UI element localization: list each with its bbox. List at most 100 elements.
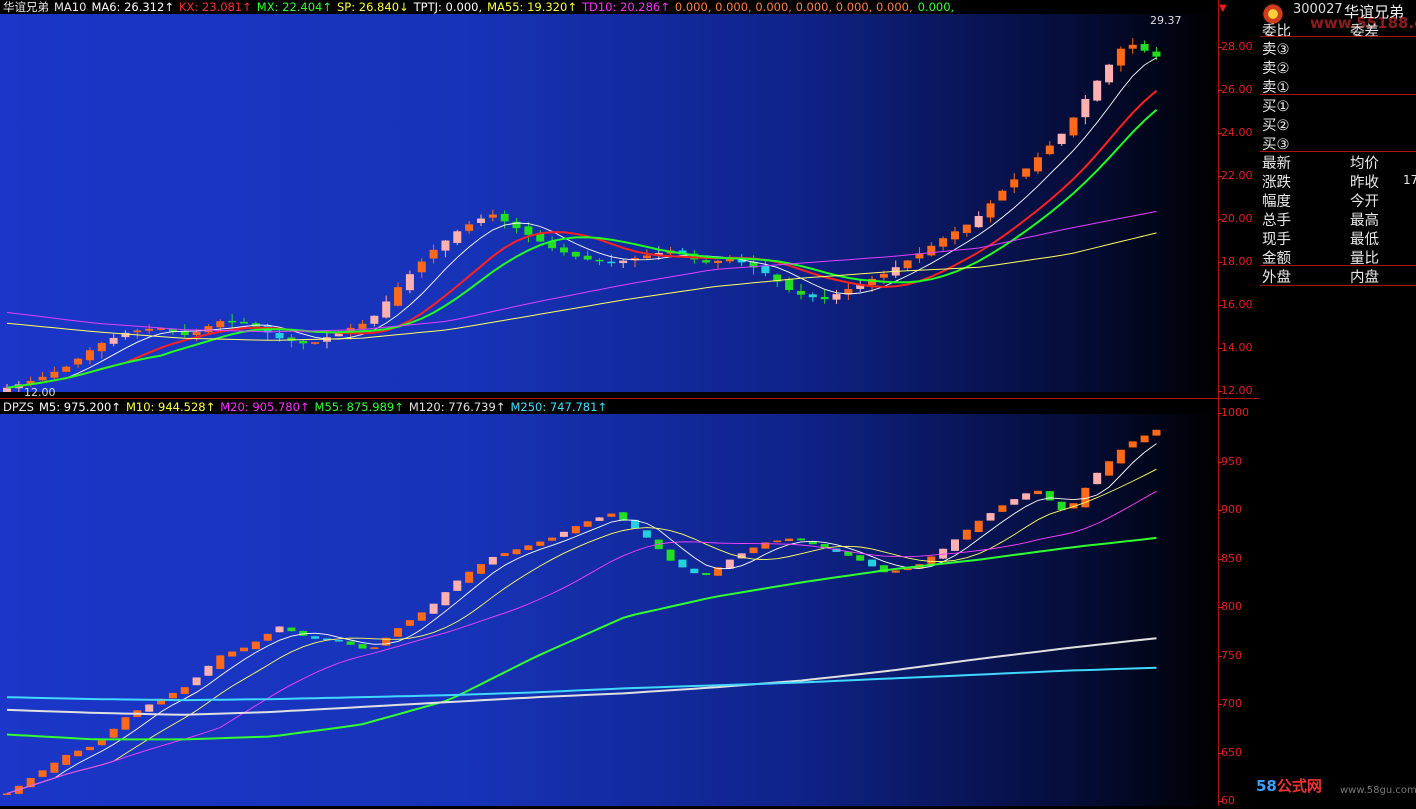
candle [382, 295, 391, 319]
candle [1105, 460, 1114, 476]
candle [287, 334, 296, 348]
candle [1128, 441, 1137, 448]
index-chart-panel[interactable] [0, 414, 1218, 806]
quote-label: 内盘 [1350, 270, 1379, 286]
candle [465, 221, 474, 234]
candle [453, 580, 462, 591]
candle [97, 740, 106, 746]
quote-row: 卖③ [1262, 38, 1416, 58]
quote-divider [1260, 94, 1416, 95]
candle [251, 641, 260, 650]
sub_indicators-legend-item: M55: 875.989↑ [314, 400, 404, 414]
quote-value: 17 [1403, 173, 1416, 187]
main_indicators-legend-item: 0.000, 0.000, 0.000, 0.000, 0.000, 0.000… [674, 0, 913, 14]
main_indicators-legend-value: 23.081↑ [201, 0, 252, 14]
candle [1045, 141, 1054, 156]
candle [85, 347, 94, 365]
candle [62, 754, 71, 766]
axis-tick-label: 22.00 [1218, 169, 1253, 182]
candle [1116, 46, 1125, 72]
candle [216, 655, 225, 670]
candle [666, 549, 675, 561]
main_indicators-legend-value: 26.312↑ [124, 0, 174, 14]
main_indicators-legend-item: 华谊兄弟 [3, 0, 49, 14]
sub_indicators-legend-item: M5: 975.200↑ [38, 400, 121, 414]
candle [38, 371, 47, 381]
candle [405, 620, 414, 626]
candle [465, 571, 474, 583]
candle [951, 539, 959, 552]
main_indicators-legend-item: TD10: 20.286↑ [581, 0, 670, 14]
axis-tick-label: 14.00 [1218, 341, 1253, 354]
candle [97, 341, 106, 359]
candle [109, 333, 118, 347]
candle [311, 342, 320, 345]
quote-divider [1260, 285, 1416, 286]
quote-divider [1260, 36, 1416, 37]
sub_indicators-legend-value: 747.781↑ [549, 400, 608, 414]
candle [1128, 38, 1137, 54]
candle [417, 612, 426, 621]
sub_indicators-legend-value: 905.780↑ [252, 400, 310, 414]
price-chart-panel[interactable] [0, 14, 1218, 399]
main_indicators-legend-item: MX: 22.404↑ [256, 0, 332, 14]
candle [595, 517, 604, 521]
quote-row: 涨跌 昨收 17 [1262, 171, 1416, 191]
axis-tick-label: 28.00 [1218, 40, 1253, 53]
candle [796, 538, 805, 541]
quote-label: 买② [1262, 118, 1290, 134]
candle [145, 704, 154, 712]
candle [1081, 95, 1090, 125]
index-axis: 1000 950 900 850 800 750 700 650 60 [1218, 398, 1261, 807]
axis-tick-label: 24.00 [1218, 126, 1253, 139]
main_indicators-legend-item: 0.000, [917, 0, 955, 14]
candle [275, 626, 284, 633]
quote-row: 卖② [1262, 57, 1416, 77]
main_indicators-legend-value: 26.840↓ [358, 0, 409, 14]
candle [951, 226, 959, 245]
candle [1093, 472, 1102, 485]
quote-label: 买① [1262, 99, 1290, 115]
candle [358, 644, 367, 649]
candle [927, 556, 936, 565]
candle [607, 513, 616, 517]
candle [334, 639, 343, 642]
candle [1022, 168, 1031, 180]
candle [642, 530, 651, 538]
candle [962, 224, 971, 237]
axis-tick-label: 750 [1218, 648, 1242, 662]
axis-tick-label: 850 [1218, 551, 1242, 565]
candle [500, 552, 509, 557]
sub_indicators-legend-value: 975.200↑ [63, 400, 121, 414]
candle [394, 627, 403, 637]
axis-tick-label: 650 [1218, 745, 1242, 759]
quote-label: 卖② [1262, 61, 1290, 77]
main_indicators-legend-value: 0.000, [445, 0, 483, 14]
candle [773, 540, 782, 543]
axis-tick-label: 60 [1218, 794, 1235, 807]
main_indicators-legend-item: MA6: 26.312↑ [91, 0, 174, 14]
main_indicators-legend-value: 20.286↑ [620, 0, 670, 14]
candle [109, 728, 118, 738]
quote-row: 买① [1262, 95, 1416, 115]
candle [714, 259, 722, 269]
candle [488, 209, 497, 222]
quote-label: 卖③ [1262, 42, 1290, 58]
candle [180, 686, 189, 695]
sub-indicator-legend: DPZS M5: 975.200↑ M10: 944.528↑ M20: 905.78… [3, 400, 612, 414]
candle [287, 627, 296, 632]
axis-tick-label: 20.00 [1218, 212, 1253, 225]
candle [228, 313, 237, 329]
candle [939, 236, 948, 251]
quote-row: 卖① [1262, 76, 1416, 96]
candle [477, 214, 485, 227]
sub_indicators-legend-value: 944.528↑ [158, 400, 216, 414]
quote-row: 总手 最高 [1262, 209, 1416, 229]
quote-label: 均价 [1350, 156, 1379, 172]
moving-average-line [6, 490, 1157, 794]
candle [1140, 40, 1149, 53]
candle [1057, 133, 1066, 146]
candle [192, 677, 201, 686]
candle [204, 665, 213, 676]
candle [631, 255, 640, 268]
